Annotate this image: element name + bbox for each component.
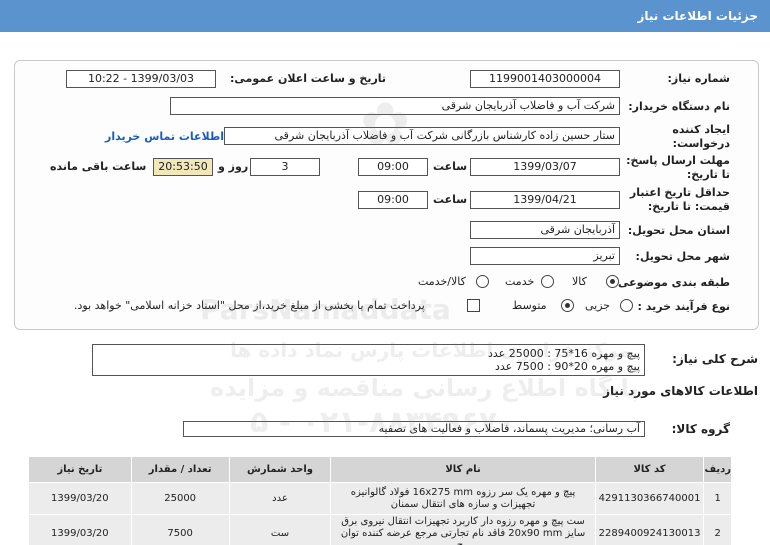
days-field[interactable]: 3 <box>250 158 320 176</box>
cell-date: 1399/03/20 <box>28 482 132 515</box>
validity-time-field[interactable]: 09:00 <box>358 191 428 209</box>
need-number-field[interactable]: 1199001403000004 <box>470 70 620 88</box>
city-field[interactable]: تبریز <box>470 247 620 265</box>
description-box: پیچ و مهره 16*75 : 25000 عدد پیچ و مهره … <box>92 344 645 376</box>
category-option-both: کالا/خدمت <box>418 275 466 288</box>
description-line-1: پیچ و مهره 16*75 : 25000 عدد <box>487 347 640 360</box>
province-label: استان محل تحویل: <box>627 224 730 237</box>
table-row[interactable]: 2 2289400924130013 ست پیچ و مهره رزوه دا… <box>28 514 732 545</box>
announce-field[interactable]: 1399/03/03 - 10:22 <box>66 70 216 88</box>
days-label: روز و <box>218 160 249 173</box>
reply-time-field[interactable]: 09:00 <box>358 158 428 176</box>
cell-row-number: 2 <box>703 514 732 545</box>
description-label: شرح کلی نیاز: <box>672 352 758 366</box>
cell-quantity: 25000 <box>130 482 230 515</box>
cell-row-number: 1 <box>703 482 732 515</box>
cell-name: پیچ و مهره یک سر رزوه 16x275 mm فولاد گا… <box>330 482 596 515</box>
cell-code: 4291130366740001 <box>594 482 705 515</box>
validity-label-1: حداقل تاریخ اعتبار <box>629 186 730 199</box>
creator-label-1: ایجاد کننده <box>672 123 730 136</box>
col-header-code: کد کالا <box>594 456 705 483</box>
process-option-medium: متوسط <box>512 299 547 312</box>
category-option-goods: کالا <box>572 275 587 288</box>
page-header: جزئیات اطلاعات نیاز <box>0 0 770 32</box>
cell-unit: عدد <box>228 482 332 515</box>
col-header-unit: واحد شمارش <box>228 456 332 483</box>
description-line-2: پیچ و مهره 20*90 : 7500 عدد <box>494 360 640 373</box>
cell-code: 2289400924130013 <box>594 514 705 545</box>
process-radio-medium[interactable] <box>561 299 574 312</box>
category-radio-goods[interactable] <box>606 275 619 288</box>
buyer-field[interactable]: شرکت آب و فاضلاب آذربایجان شرقی <box>170 97 620 115</box>
process-label: نوع فرآیند خرید : <box>637 300 730 313</box>
category-option-service: خدمت <box>505 275 535 288</box>
process-option-minor: جزیی <box>585 299 611 312</box>
remaining-label: ساعت باقی مانده <box>50 160 147 173</box>
process-radio-minor[interactable] <box>620 299 633 312</box>
province-field[interactable]: آذربایجان شرقی <box>470 221 620 239</box>
treasury-checkbox[interactable] <box>467 299 480 312</box>
creator-field[interactable]: ستار حسین زاده کارشناس بازرگانی شرکت آب … <box>224 127 620 145</box>
category-radio-service[interactable] <box>541 275 554 288</box>
col-header-row-number: ردیف <box>703 456 732 483</box>
reply-label-2: تا تاریخ: <box>686 168 730 181</box>
goods-section-title: اطلاعات کالاهای مورد نیاز <box>603 384 758 398</box>
city-label: شهر محل تحویل: <box>635 250 730 263</box>
category-label: طبقه بندی موضوعی: <box>613 276 730 289</box>
contact-link[interactable]: اطلاعات تماس خریدار <box>105 130 224 143</box>
goods-group-field[interactable]: آب رسانی؛ مدیریت پسماند، فاضلاب و فعالیت… <box>183 421 645 437</box>
need-number-label: شماره نیاز: <box>667 72 730 85</box>
table-header-row: ردیف کد کالا نام کالا واحد شمارش تعداد /… <box>28 456 732 483</box>
col-header-quantity: تعداد / مقدار <box>130 456 230 483</box>
treasury-note: پرداخت تمام یا بخشی از مبلغ خرید،از محل … <box>74 299 425 312</box>
cell-quantity: 7500 <box>130 514 230 545</box>
cell-name: ست پیچ و مهره رزوه دار کاربرد تجهیزات ان… <box>330 514 596 545</box>
validity-date-field[interactable]: 1399/04/21 <box>470 191 620 209</box>
validity-label-2: قیمت: تا تاریخ: <box>647 200 730 213</box>
announce-label: تاریخ و ساعت اعلان عمومی: <box>230 72 387 85</box>
cell-date: 1399/03/20 <box>28 514 132 545</box>
validity-time-label: ساعت <box>433 193 468 206</box>
category-radio-both[interactable] <box>476 275 489 288</box>
table-row[interactable]: 1 4291130366740001 پیچ و مهره یک سر رزوه… <box>28 482 732 515</box>
creator-label-2: درخواست: <box>672 137 730 150</box>
cell-unit: ست <box>228 514 332 545</box>
col-header-name: نام کالا <box>330 456 596 483</box>
col-header-date: تاریخ نیاز <box>28 456 132 483</box>
watermark-line-2: پایگاه اطلاع رسانی مناقصه و مزایده <box>210 374 639 402</box>
remaining-timer: 20:53:50 <box>153 158 213 176</box>
reply-date-field[interactable]: 1399/03/07 <box>470 158 620 176</box>
goods-table: ردیف کد کالا نام کالا واحد شمارش تعداد /… <box>28 456 732 545</box>
goods-group-label: گروه کالا: <box>671 422 730 436</box>
buyer-label: نام دستگاه خریدار: <box>628 100 730 113</box>
reply-label-1: مهلت ارسال پاسخ: <box>626 154 730 167</box>
reply-time-label: ساعت <box>433 160 468 173</box>
